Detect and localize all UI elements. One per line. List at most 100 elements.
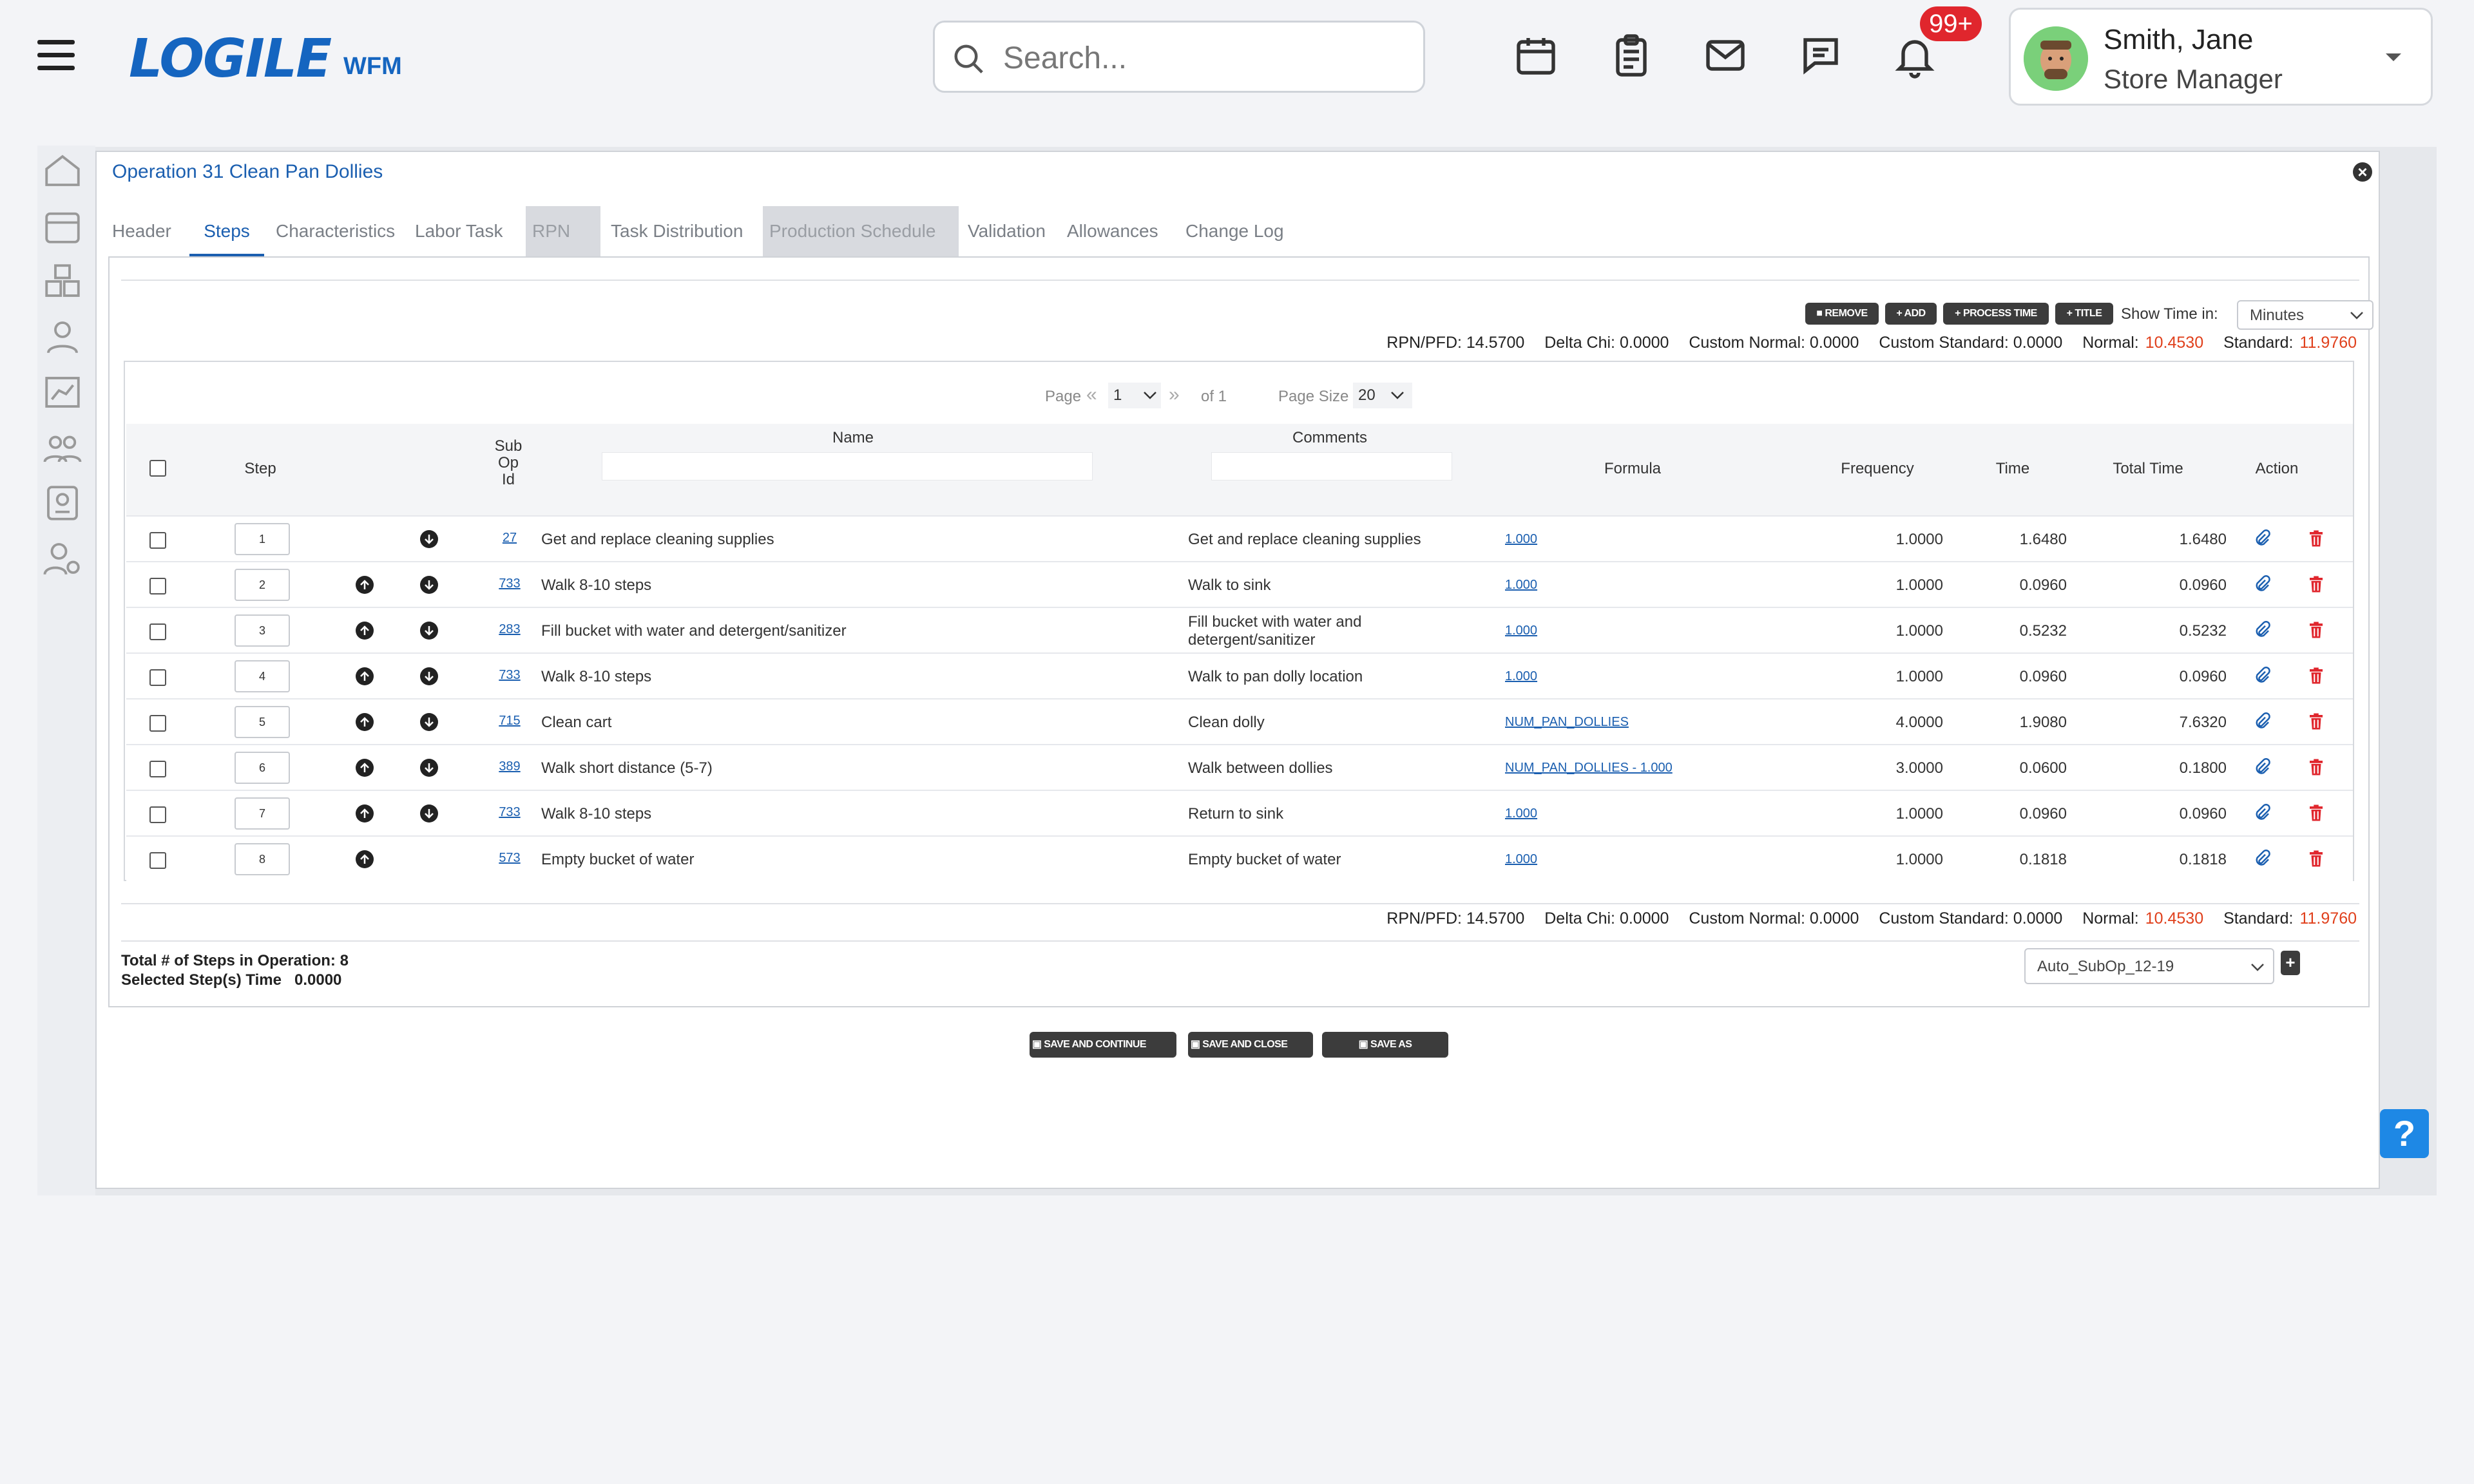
- row-checkbox[interactable]: [149, 623, 166, 640]
- row-checkbox[interactable]: [149, 806, 166, 823]
- delete-icon[interactable]: [2306, 573, 2326, 598]
- comments-filter-input[interactable]: [1211, 452, 1452, 480]
- formula-link[interactable]: 1.000: [1505, 669, 1537, 684]
- tab-allowances[interactable]: Allowances: [1060, 206, 1165, 256]
- save-and-close-button[interactable]: ▣ SAVE AND CLOSE: [1188, 1032, 1313, 1058]
- remove-button[interactable]: ■ REMOVE: [1805, 303, 1879, 325]
- attach-icon[interactable]: [2252, 710, 2272, 736]
- name-filter-input[interactable]: [602, 452, 1093, 480]
- delete-icon[interactable]: [2306, 802, 2326, 827]
- home-icon[interactable]: [41, 149, 84, 192]
- badge-icon[interactable]: [41, 482, 84, 524]
- subop-link[interactable]: 733: [487, 668, 532, 683]
- page-select[interactable]: 1: [1108, 383, 1161, 408]
- row-checkbox[interactable]: [149, 532, 166, 549]
- delete-icon[interactable]: [2306, 665, 2326, 690]
- chat-icon[interactable]: [1798, 32, 1844, 79]
- boxes-icon[interactable]: [41, 260, 84, 303]
- attach-icon[interactable]: [2252, 756, 2272, 781]
- last-page-icon[interactable]: »: [1169, 384, 1180, 406]
- delete-icon[interactable]: [2306, 710, 2326, 736]
- subop-select[interactable]: Auto_SubOp_12-19: [2024, 948, 2274, 984]
- person-icon[interactable]: [41, 316, 84, 358]
- move-up-icon[interactable]: [356, 759, 374, 777]
- clipboard-icon[interactable]: [1608, 32, 1654, 79]
- move-down-icon[interactable]: [420, 804, 438, 823]
- search-input[interactable]: [1002, 37, 1404, 79]
- subop-link[interactable]: 389: [487, 759, 532, 774]
- move-up-icon[interactable]: [356, 850, 374, 868]
- attach-icon[interactable]: [2252, 619, 2272, 644]
- first-page-icon[interactable]: «: [1086, 384, 1097, 406]
- subop-link[interactable]: 283: [487, 622, 532, 637]
- row-checkbox[interactable]: [149, 715, 166, 732]
- move-up-icon[interactable]: [356, 713, 374, 731]
- formula-link[interactable]: 1.000: [1505, 532, 1537, 547]
- subop-link[interactable]: 715: [487, 714, 532, 728]
- move-down-icon[interactable]: [420, 759, 438, 777]
- tab-steps[interactable]: Steps: [189, 206, 264, 256]
- formula-link[interactable]: NUM_PAN_DOLLIES: [1505, 715, 1629, 730]
- subop-link[interactable]: 573: [487, 851, 532, 866]
- tab-characteristics[interactable]: Characteristics: [269, 206, 401, 256]
- move-up-icon[interactable]: [356, 804, 374, 823]
- subop-link[interactable]: 27: [487, 531, 532, 546]
- move-down-icon[interactable]: [420, 530, 438, 548]
- team-icon[interactable]: [41, 426, 84, 469]
- delete-icon[interactable]: [2306, 528, 2326, 553]
- add-button[interactable]: + ADD: [1885, 303, 1937, 325]
- move-up-icon[interactable]: [356, 667, 374, 685]
- attach-icon[interactable]: [2252, 848, 2272, 873]
- tab-header[interactable]: Header: [106, 206, 178, 256]
- tab-change-log[interactable]: Change Log: [1179, 206, 1290, 256]
- tab-validation[interactable]: Validation: [961, 206, 1052, 256]
- step-number-input[interactable]: 8: [235, 843, 290, 875]
- row-checkbox[interactable]: [149, 578, 166, 595]
- tab-labor-task[interactable]: Labor Task: [408, 206, 509, 256]
- formula-link[interactable]: 1.000: [1505, 623, 1537, 638]
- search-box[interactable]: [933, 21, 1425, 93]
- move-down-icon[interactable]: [420, 576, 438, 594]
- process-time-button[interactable]: + PROCESS TIME: [1943, 303, 2049, 325]
- subop-link[interactable]: 733: [487, 576, 532, 591]
- delete-icon[interactable]: [2306, 848, 2326, 873]
- calendar-icon[interactable]: [1513, 32, 1559, 79]
- row-checkbox[interactable]: [149, 669, 166, 686]
- subop-link[interactable]: 733: [487, 805, 532, 820]
- mail-icon[interactable]: [1702, 32, 1749, 79]
- step-number-input[interactable]: 4: [235, 660, 290, 692]
- page-size-select[interactable]: 20: [1353, 383, 1412, 408]
- step-number-input[interactable]: 5: [235, 706, 290, 738]
- user-menu[interactable]: Smith, Jane Store Manager: [2009, 8, 2433, 106]
- attach-icon[interactable]: [2252, 802, 2272, 827]
- move-down-icon[interactable]: [420, 622, 438, 640]
- delete-icon[interactable]: [2306, 619, 2326, 644]
- calendar-nav-icon[interactable]: [41, 205, 84, 247]
- move-up-icon[interactable]: [356, 622, 374, 640]
- row-checkbox[interactable]: [149, 852, 166, 869]
- chevron-down-icon[interactable]: [2384, 51, 2402, 64]
- help-button[interactable]: ?: [2380, 1109, 2429, 1158]
- formula-link[interactable]: 1.000: [1505, 806, 1537, 821]
- tab-task-distribution[interactable]: Task Distribution: [604, 206, 749, 256]
- move-down-icon[interactable]: [420, 667, 438, 685]
- step-number-input[interactable]: 1: [235, 523, 290, 555]
- menu-icon[interactable]: [37, 40, 75, 71]
- attach-icon[interactable]: [2252, 528, 2272, 553]
- attach-icon[interactable]: [2252, 573, 2272, 598]
- title-button[interactable]: + TITLE: [2055, 303, 2113, 325]
- step-number-input[interactable]: 3: [235, 614, 290, 647]
- attach-icon[interactable]: [2252, 665, 2272, 690]
- delete-icon[interactable]: [2306, 756, 2326, 781]
- save-as-button[interactable]: ▣ SAVE AS: [1322, 1032, 1448, 1058]
- save-and-continue-button[interactable]: ▣ SAVE AND CONTINUE: [1030, 1032, 1176, 1058]
- formula-link[interactable]: NUM_PAN_DOLLIES - 1.000: [1505, 761, 1673, 775]
- show-time-select[interactable]: Minutes: [2237, 300, 2373, 330]
- move-up-icon[interactable]: [356, 576, 374, 594]
- step-number-input[interactable]: 2: [235, 569, 290, 601]
- user-settings-icon[interactable]: [41, 537, 84, 580]
- chart-icon[interactable]: [41, 371, 84, 414]
- formula-link[interactable]: 1.000: [1505, 852, 1537, 867]
- step-number-input[interactable]: 6: [235, 752, 290, 784]
- select-all-checkbox[interactable]: [149, 460, 166, 477]
